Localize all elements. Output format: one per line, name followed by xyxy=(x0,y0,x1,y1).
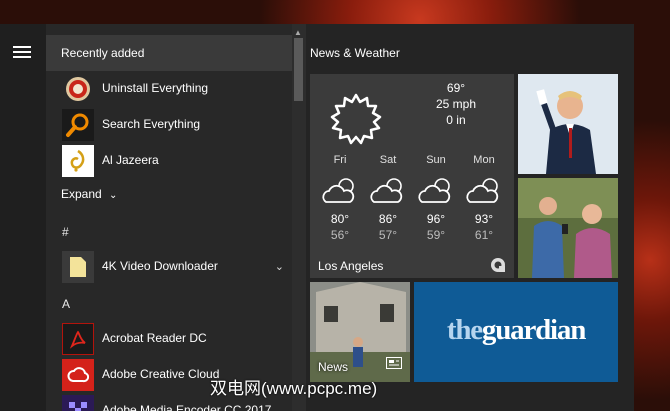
guardian-logo-the: the xyxy=(446,314,483,346)
guardian-logo-name: guardian xyxy=(481,314,586,346)
forecast-high: 93° xyxy=(474,212,494,226)
uninstall-icon xyxy=(62,73,94,105)
app-al-jazeera[interactable]: Al Jazeera xyxy=(46,143,292,179)
section-letter-hash[interactable]: # xyxy=(62,225,69,239)
app-acrobat-reader[interactable]: Acrobat Reader DC xyxy=(46,321,292,357)
app-label: Acrobat Reader DC xyxy=(102,331,207,345)
scroll-up-arrow-icon[interactable]: ▲ xyxy=(294,28,302,37)
news-tile[interactable]: News xyxy=(310,282,410,382)
app-list-scrollbar[interactable]: ▲ xyxy=(292,24,306,411)
chevron-down-icon: ⌄ xyxy=(109,190,118,201)
tile-area: News & Weather 69° 25 mph 0 in Fri Sat S… xyxy=(306,24,634,411)
app-label: Adobe Media Encoder CC 2017 xyxy=(102,403,272,411)
app-4k-video-downloader[interactable]: 4K Video Downloader ⌄ xyxy=(46,249,292,285)
recently-added-header: Recently added xyxy=(46,35,292,71)
current-temp: 69° xyxy=(446,81,466,95)
current-wind: 25 mph xyxy=(435,97,476,111)
app-label: Adobe Creative Cloud xyxy=(102,367,220,381)
app-label: Uninstall Everything xyxy=(102,81,209,95)
watermark-text: 双电网(www.pcpc.me) xyxy=(210,379,378,398)
guardian-logo: theguardian xyxy=(414,314,618,347)
forecast-high: 96° xyxy=(426,212,446,226)
forecast-day: Fri xyxy=(333,154,347,166)
app-label: Search Everything xyxy=(102,117,201,131)
forecast-day: Sun xyxy=(426,154,446,166)
news-photo-speaker xyxy=(518,74,618,174)
app-list: Recently added Uninstall Everything Sear… xyxy=(46,24,292,411)
sun-icon xyxy=(328,92,384,153)
scroll-thumb[interactable] xyxy=(294,38,303,101)
folder-icon xyxy=(62,251,94,283)
app-uninstall-everything[interactable]: Uninstall Everything xyxy=(46,71,292,107)
weather-tile[interactable]: 69° 25 mph 0 in Fri Sat Sun Mon 80° 86° xyxy=(310,74,514,278)
weather-city: Los Angeles xyxy=(318,259,384,273)
section-letter-a[interactable]: A xyxy=(62,297,70,311)
forecast-day: Mon xyxy=(473,154,495,166)
magnifier-icon xyxy=(62,109,94,141)
current-precip: 0 in xyxy=(446,113,466,127)
forecast-high: 86° xyxy=(378,212,398,226)
partly-cloudy-icon xyxy=(368,176,408,211)
creative-cloud-icon xyxy=(62,359,94,391)
app-label: 4K Video Downloader xyxy=(102,259,218,273)
acrobat-icon xyxy=(62,323,94,355)
forecast-day: Sat xyxy=(379,154,397,166)
weather-app-logo-icon xyxy=(490,257,506,278)
partly-cloudy-icon xyxy=(464,176,504,211)
app-label: Al Jazeera xyxy=(102,153,159,167)
expand-label: Expand xyxy=(61,187,102,201)
forecast-high: 80° xyxy=(330,212,350,226)
news-photo-tile-speaker[interactable] xyxy=(518,74,618,174)
news-photo-tile-people[interactable] xyxy=(518,178,618,278)
forecast-low: 61° xyxy=(474,228,494,242)
news-tile-label: News xyxy=(318,360,349,374)
news-photo-people xyxy=(518,178,618,278)
start-menu: Recently added Uninstall Everything Sear… xyxy=(0,24,634,411)
tile-group-title[interactable]: News & Weather xyxy=(310,46,400,60)
hamburger-menu-icon[interactable] xyxy=(13,46,31,58)
guardian-tile[interactable]: theguardian xyxy=(414,282,618,382)
app-search-everything[interactable]: Search Everything xyxy=(46,107,292,143)
forecast-low: 56° xyxy=(330,228,350,242)
expand-button[interactable]: Expand ⌄ xyxy=(61,187,117,201)
partly-cloudy-icon xyxy=(320,176,360,211)
chevron-down-icon[interactable]: ⌄ xyxy=(275,260,284,273)
partly-cloudy-icon xyxy=(416,176,456,211)
start-rail xyxy=(0,24,46,411)
media-encoder-icon xyxy=(62,395,94,411)
forecast-low: 59° xyxy=(426,228,446,242)
forecast-low: 57° xyxy=(378,228,398,242)
al-jazeera-logo-icon xyxy=(62,145,94,177)
newspaper-icon xyxy=(386,356,402,374)
current-conditions: 69° 25 mph 0 in xyxy=(436,80,476,128)
